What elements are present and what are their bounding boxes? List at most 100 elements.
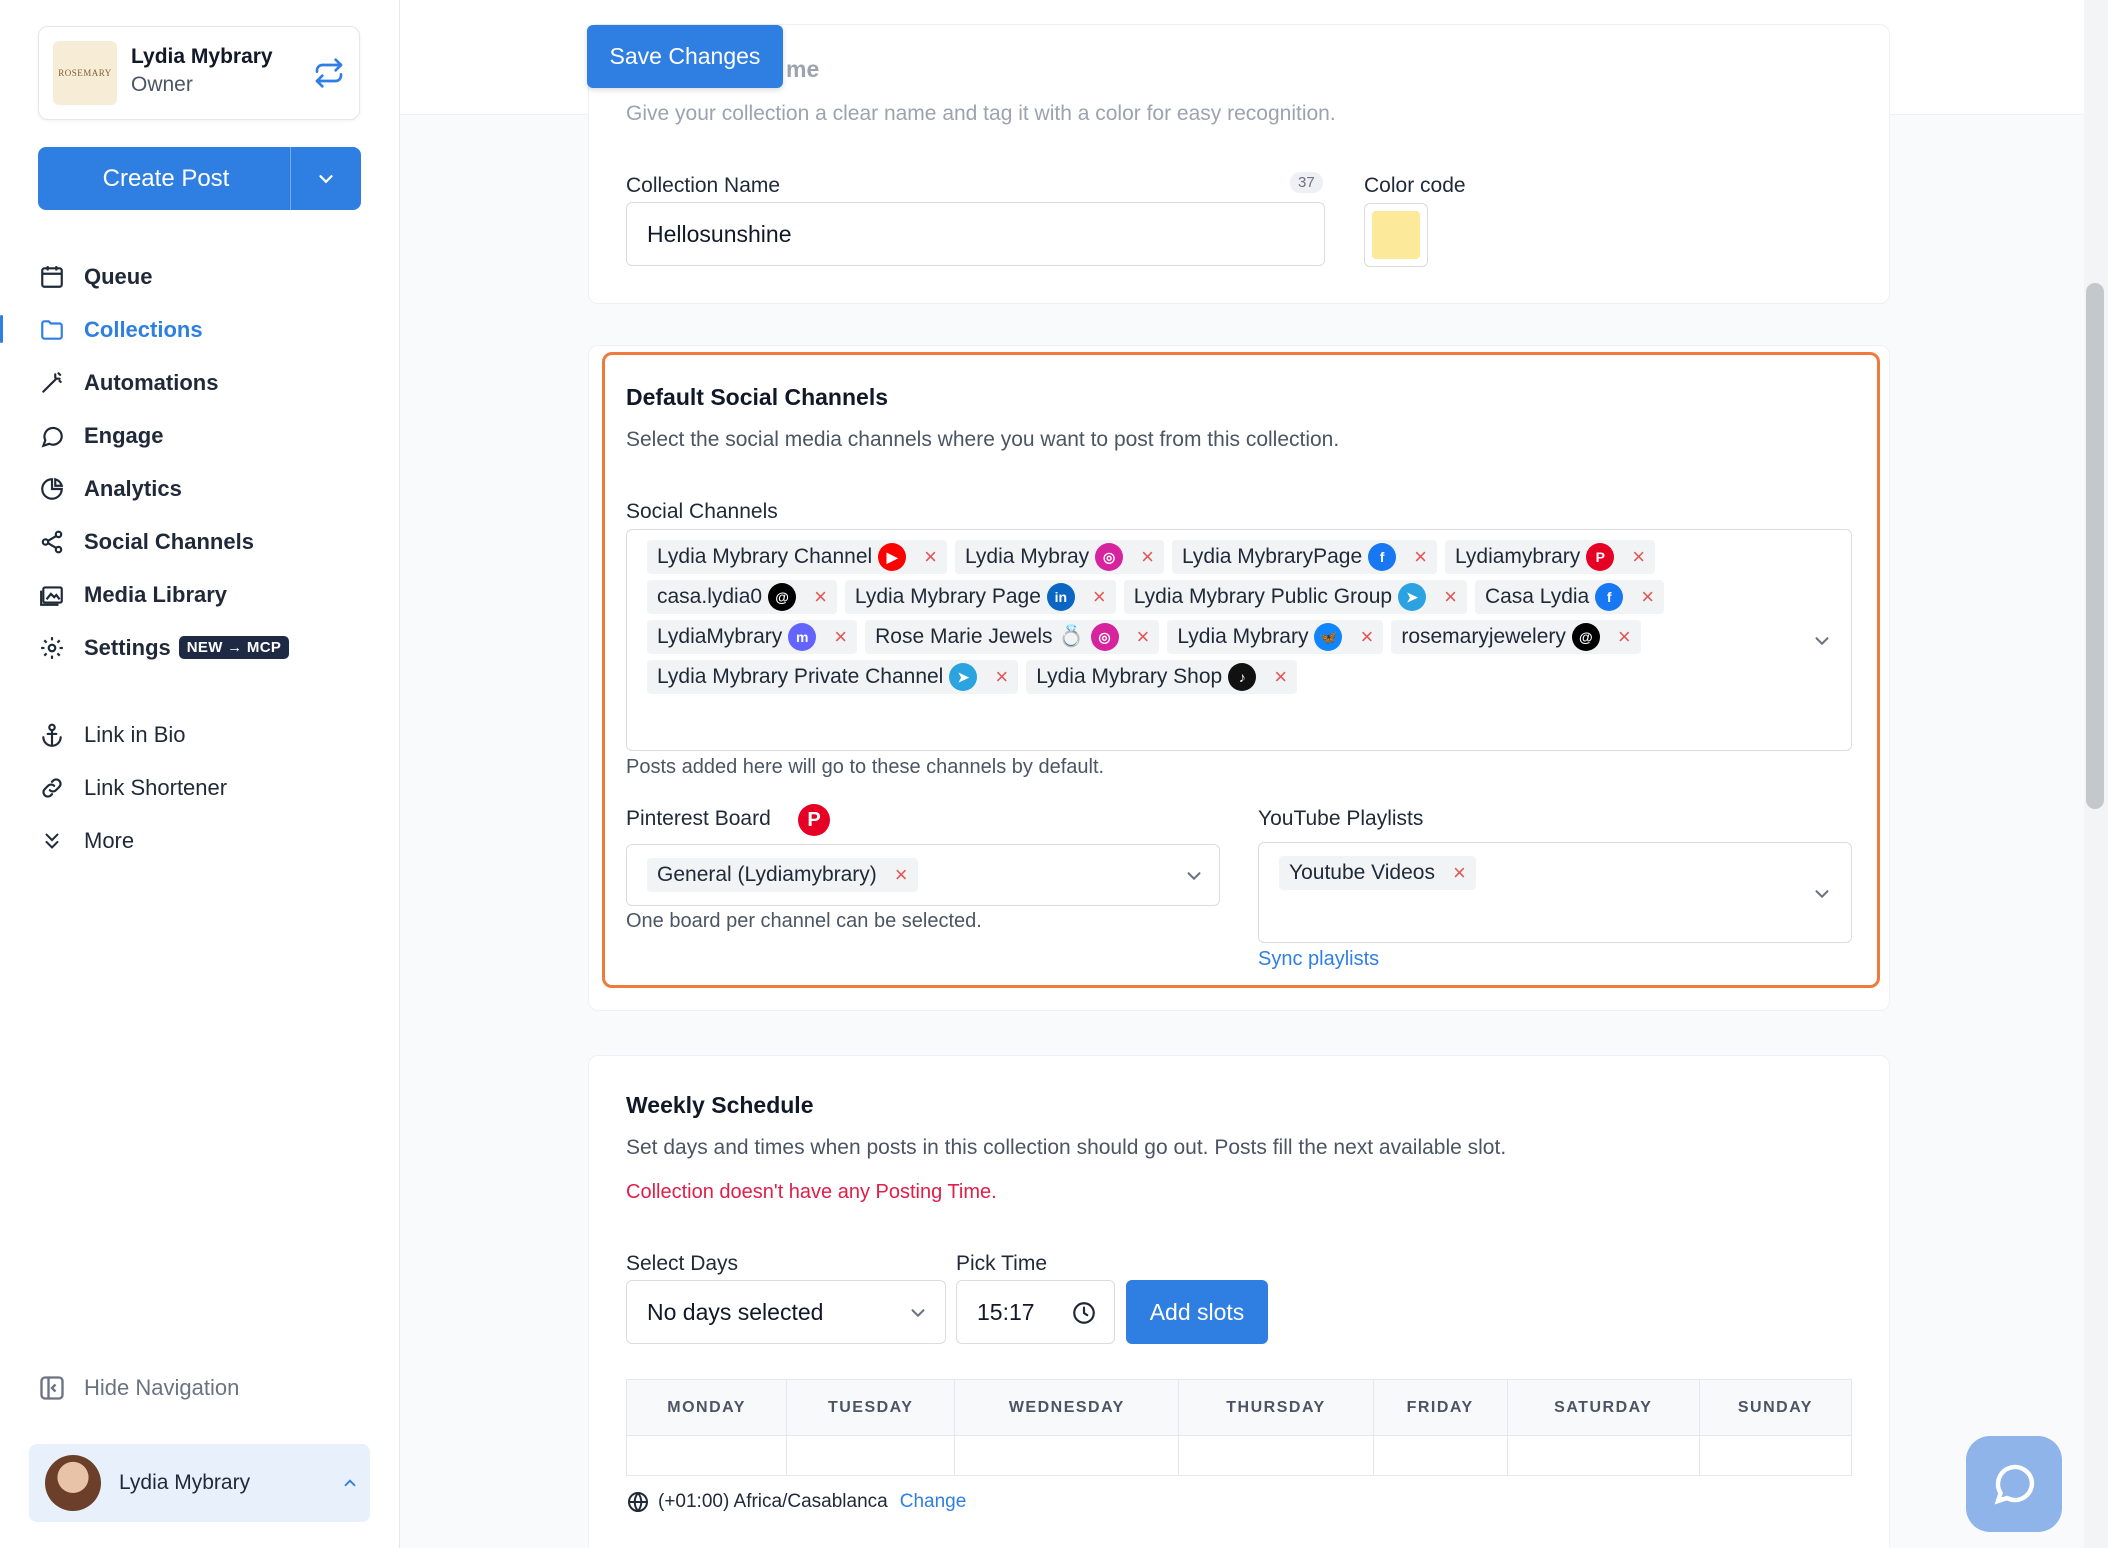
settings-new-badge: NEW → MCP — [178, 636, 290, 659]
youtube-playlists-select[interactable]: Youtube Videos × — [1258, 842, 1852, 943]
youtube-playlist-chip-label: Youtube Videos — [1289, 861, 1435, 884]
create-post-button[interactable]: Create Post — [38, 147, 361, 210]
weekly-schedule-table: MONDAY TUESDAY WEDNESDAY THURSDAY FRIDAY… — [626, 1379, 1852, 1476]
nav-label-analytics: Analytics — [84, 475, 182, 501]
slot-cell — [1699, 1436, 1851, 1476]
pie-chart-icon — [38, 475, 66, 503]
slot-cell — [954, 1435, 1180, 1476]
channel-chip: Lydiamybrary P × — [1445, 540, 1656, 574]
channel-chip-label: rosemaryjewelery — [1401, 625, 1566, 648]
collection-name-input[interactable]: Hellosunshine — [626, 202, 1325, 266]
help-chat-button[interactable] — [1966, 1436, 2062, 1532]
channel-chip: Lydia Mybray ◎ × — [955, 540, 1164, 574]
color-swatch — [1372, 211, 1420, 259]
remove-icon[interactable]: × — [1093, 586, 1106, 608]
nav-item-collections[interactable]: Collections — [0, 303, 400, 356]
time-input[interactable]: 15:17 — [956, 1280, 1115, 1344]
nav-item-analytics[interactable]: Analytics — [0, 462, 400, 515]
channel-chip-label: Lydia Mybrary — [1177, 625, 1309, 648]
remove-icon[interactable]: × — [1444, 586, 1457, 608]
pinterest-board-select[interactable]: General (Lydiamybrary) × — [626, 844, 1220, 906]
select-days-value: No days selected — [647, 1298, 824, 1325]
account-switcher[interactable]: ROSEMARY Lydia Mybrary Owner — [38, 26, 360, 120]
remove-icon[interactable]: × — [1632, 546, 1645, 568]
timezone-label: (+01:00) Africa/Casablanca — [658, 1491, 888, 1512]
nav-item-link-in-bio[interactable]: Link in Bio — [0, 708, 400, 761]
save-changes-button[interactable]: Save Changes — [587, 25, 783, 88]
social-channels-label: Social Channels — [626, 500, 778, 523]
clock-icon[interactable] — [1071, 1300, 1097, 1326]
slots-row — [626, 1435, 1852, 1476]
channels-section-description: Select the social media channels where y… — [626, 428, 1340, 451]
remove-icon[interactable]: × — [834, 626, 847, 648]
channel-chip-label: Lydia Mybrary Shop — [1036, 665, 1223, 688]
remove-icon[interactable]: × — [1360, 626, 1373, 648]
day-header-friday: FRIDAY — [1373, 1379, 1508, 1436]
chevron-down-icon[interactable] — [1811, 630, 1833, 652]
chevron-down-icon[interactable] — [1811, 883, 1833, 905]
account-logo: ROSEMARY — [53, 41, 117, 105]
remove-icon[interactable]: × — [1641, 586, 1654, 608]
nav-item-queue[interactable]: Queue — [0, 250, 400, 303]
scrollbar-thumb[interactable] — [2086, 283, 2104, 809]
swap-icon[interactable] — [313, 57, 345, 89]
nav-item-settings[interactable]: Settings NEW → MCP — [0, 621, 400, 674]
account-logo-text: ROSEMARY — [58, 68, 112, 78]
pinterest-helper-text: One board per channel can be selected. — [626, 910, 982, 932]
chevron-up-icon — [330, 1474, 370, 1492]
hide-navigation-button[interactable]: Hide Navigation — [38, 1374, 239, 1402]
pinterest-icon: P — [1586, 543, 1615, 571]
remove-icon[interactable]: × — [1141, 546, 1154, 568]
nav-item-engage[interactable]: Engage — [0, 409, 400, 462]
channel-chip: Lydia Mybrary Public Group ➤ × — [1123, 580, 1467, 614]
create-post-menu-toggle[interactable] — [291, 168, 361, 190]
add-slots-button[interactable]: Add slots — [1126, 1280, 1268, 1344]
remove-icon[interactable]: × — [814, 586, 827, 608]
slot-cell — [786, 1435, 956, 1476]
nav-item-automations[interactable]: Automations — [0, 356, 400, 409]
day-header-wednesday: WEDNESDAY — [954, 1379, 1180, 1436]
chevron-down-icon[interactable] — [1183, 865, 1205, 887]
select-days-label: Select Days — [626, 1252, 739, 1275]
slot-cell — [1373, 1435, 1508, 1476]
day-header-monday: MONDAY — [626, 1379, 788, 1436]
user-menu[interactable]: Lydia Mybrary — [29, 1444, 370, 1522]
remove-icon[interactable]: × — [1137, 626, 1150, 648]
channels-helper-text: Posts added here will go to these channe… — [626, 756, 1105, 778]
nav-label-more: More — [84, 827, 135, 853]
social-channels-multiselect[interactable]: Lydia Mybrary Channel ▶ × Lydia Mybray ◎ × Lyd… — [626, 529, 1852, 751]
remove-icon[interactable]: × — [924, 546, 937, 568]
channel-chip-label: Lydiamybrary — [1455, 545, 1581, 568]
youtube-playlist-chip: Youtube Videos × — [1279, 856, 1476, 890]
sync-playlists-link[interactable]: Sync playlists — [1258, 948, 1379, 971]
schedule-section-description: Set days and times when posts in this co… — [626, 1136, 1507, 1159]
remove-icon[interactable]: × — [1274, 666, 1287, 688]
remove-icon[interactable]: × — [895, 864, 908, 886]
channel-chip-label: Lydia Mybray — [965, 545, 1090, 568]
remove-icon[interactable]: × — [1414, 546, 1427, 568]
remove-icon[interactable]: × — [995, 666, 1008, 688]
channel-chip-label: Lydia Mybrary Public Group — [1133, 585, 1393, 608]
remove-icon[interactable]: × — [1453, 862, 1466, 884]
nav-item-media-library[interactable]: Media Library — [0, 568, 400, 621]
nav-label-link-in-bio: Link in Bio — [84, 721, 186, 747]
globe-icon — [628, 1492, 648, 1512]
gear-icon — [38, 634, 66, 662]
collapse-sidebar-icon — [40, 1376, 64, 1400]
remove-icon[interactable]: × — [1618, 626, 1631, 648]
schedule-section-title: Weekly Schedule — [626, 1092, 814, 1118]
day-header-saturday: SATURDAY — [1507, 1379, 1700, 1436]
change-timezone-link[interactable]: Change — [900, 1491, 967, 1513]
avatar — [45, 1455, 101, 1511]
select-days-dropdown[interactable]: No days selected — [626, 1280, 946, 1344]
linkedin-icon: in — [1046, 583, 1075, 611]
mastodon-icon: m — [788, 623, 817, 651]
youtube-icon: ▶ — [878, 543, 907, 571]
nav-item-social-channels[interactable]: Social Channels — [0, 515, 400, 568]
nav-item-link-shortener[interactable]: Link Shortener — [0, 761, 400, 814]
color-picker[interactable] — [1364, 203, 1428, 267]
nav-item-more[interactable]: More — [0, 814, 400, 867]
anchor-icon — [38, 721, 66, 749]
double-chevron-down-icon — [38, 827, 66, 855]
